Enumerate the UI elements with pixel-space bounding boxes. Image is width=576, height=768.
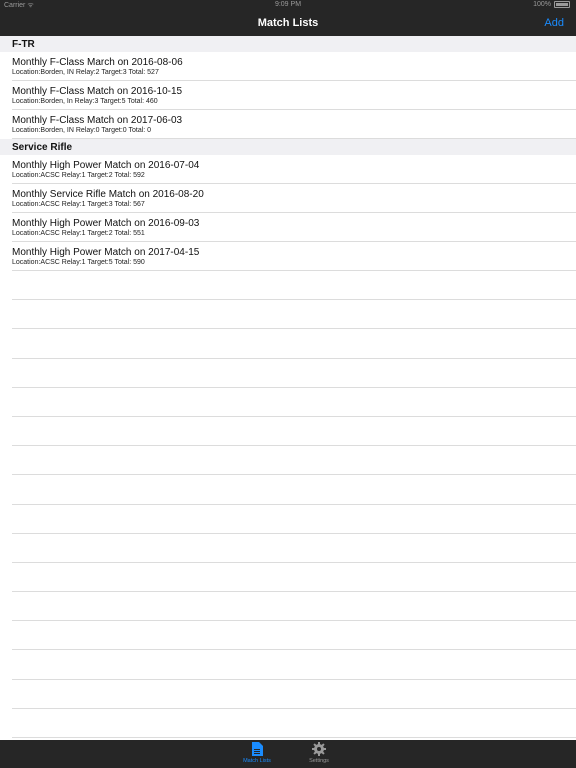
empty-row: [0, 329, 576, 359]
tab-match-lists[interactable]: Match Lists: [237, 742, 277, 764]
empty-row: [0, 563, 576, 593]
match-title: Monthly F-Class Match on 2016-10-15: [12, 86, 183, 97]
tab-bar: Match Lists Settings: [0, 740, 576, 768]
navigation-bar: Match Lists Add: [0, 12, 576, 36]
match-details: Location:ACSC Relay:1 Target:2 Total: 55…: [12, 230, 145, 237]
match-title: Monthly High Power Match on 2017-04-15: [12, 247, 200, 258]
match-list-table[interactable]: F-TR Monthly F-Class March on 2016-08-06…: [0, 36, 576, 740]
status-bar: Carrier ᯤ 9:09 PM 100%: [0, 0, 576, 12]
empty-row: [0, 271, 576, 301]
gear-icon: [312, 742, 326, 756]
empty-row: [0, 534, 576, 564]
match-title: Monthly High Power Match on 2016-07-04: [12, 160, 200, 171]
status-time: 9:09 PM: [274, 1, 302, 8]
empty-row: [0, 300, 576, 330]
empty-row: [0, 680, 576, 710]
match-details: Location:Borden, IN Relay:0 Target:0 Tot…: [12, 127, 152, 134]
document-icon: [252, 742, 263, 756]
add-button[interactable]: Add: [544, 17, 564, 29]
empty-row: [0, 388, 576, 418]
list-item[interactable]: Monthly High Power Match on 2017-04-15 L…: [0, 242, 576, 271]
tab-settings[interactable]: Settings: [299, 742, 339, 764]
list-item[interactable]: Monthly High Power Match on 2016-09-03 L…: [0, 213, 576, 242]
match-title: Monthly F-Class March on 2016-08-06: [12, 57, 183, 68]
match-details: Location:ACSC Relay:1 Target:3 Total: 56…: [12, 201, 145, 208]
empty-row: [0, 359, 576, 388]
empty-row: [0, 446, 576, 476]
page-title: Match Lists: [257, 17, 319, 29]
battery-indicator: 100%: [533, 1, 570, 8]
match-title: Monthly F-Class Match on 2017-06-03: [12, 115, 183, 126]
match-details: Location:ACSC Relay:1 Target:2 Total: 59…: [12, 172, 145, 179]
empty-row: [0, 505, 576, 534]
match-title: Monthly Service Rifle Match on 2016-08-2…: [12, 189, 204, 200]
empty-row: [0, 709, 576, 739]
section-header-service-rifle: Service Rifle: [0, 139, 576, 155]
match-details: Location:ACSC Relay:1 Target:5 Total: 59…: [12, 259, 145, 266]
list-item[interactable]: Monthly High Power Match on 2016-07-04 L…: [0, 155, 576, 184]
list-item[interactable]: Monthly F-Class Match on 2016-10-15 Loca…: [0, 81, 576, 110]
battery-percent: 100%: [533, 1, 551, 8]
empty-row: [0, 621, 576, 651]
match-title: Monthly High Power Match on 2016-09-03: [12, 218, 200, 229]
match-details: Location:Borden, In Relay:3 Target:5 Tot…: [12, 98, 158, 105]
empty-row: [0, 592, 576, 622]
list-item[interactable]: Monthly F-Class March on 2016-08-06 Loca…: [0, 52, 576, 81]
section-header-f-tr: F-TR: [0, 36, 576, 52]
tab-label: Settings: [309, 758, 329, 764]
match-details: Location:Borden, IN Relay:2 Target:3 Tot…: [12, 69, 159, 76]
list-item[interactable]: Monthly Service Rifle Match on 2016-08-2…: [0, 184, 576, 213]
empty-row: [0, 475, 576, 505]
battery-icon: [554, 1, 570, 8]
tab-label: Match Lists: [243, 758, 271, 764]
empty-row: [0, 417, 576, 447]
empty-row: [0, 650, 576, 680]
list-item[interactable]: Monthly F-Class Match on 2017-06-03 Loca…: [0, 110, 576, 139]
